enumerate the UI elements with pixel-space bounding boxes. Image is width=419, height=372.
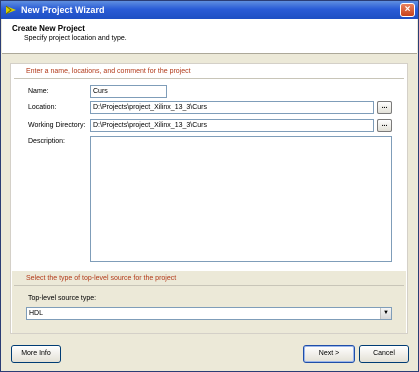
source-type-label: Top-level source type: (28, 295, 97, 302)
close-button[interactable]: × (400, 3, 415, 17)
source-type-section: Select the type of top-level source for … (12, 271, 406, 333)
xilinx-logo-icon (5, 5, 16, 15)
source-section-heading: Select the type of top-level source for … (26, 275, 177, 282)
working-directory-label: Working Directory: (28, 122, 86, 129)
window-title: New Project Wizard (21, 5, 105, 15)
description-textarea[interactable] (90, 136, 392, 262)
project-section-heading: Enter a name, locations, and comment for… (26, 68, 191, 75)
source-type-value: HDL (29, 310, 44, 317)
wizard-header: Create New Project Specify project locat… (2, 19, 417, 54)
description-label: Description: (28, 138, 65, 145)
location-label: Location: (28, 104, 57, 111)
section-divider (14, 78, 404, 79)
project-settings-panel: Enter a name, locations, and comment for… (10, 63, 408, 334)
working-directory-browse-button[interactable]: ... (377, 119, 392, 132)
next-button[interactable]: Next > (303, 345, 355, 363)
project-name-input[interactable]: Curs (90, 85, 167, 98)
source-type-select[interactable]: HDL ▼ (26, 307, 392, 320)
page-title: Create New Project (12, 24, 85, 33)
more-info-button[interactable]: More Info (11, 345, 61, 363)
title-bar[interactable]: New Project Wizard × (1, 1, 418, 19)
new-project-wizard-window: New Project Wizard × Create New Project … (0, 0, 419, 372)
name-label: Name: (28, 88, 49, 95)
chevron-down-icon[interactable]: ▼ (380, 308, 391, 319)
cancel-button[interactable]: Cancel (359, 345, 409, 363)
section-divider (14, 285, 404, 286)
location-browse-button[interactable]: ... (377, 101, 392, 114)
location-input[interactable]: D:\Projects\project_Xilinx_13_3\Curs (90, 101, 374, 114)
working-directory-input[interactable]: D:\Projects\project_Xilinx_13_3\Curs (90, 119, 374, 132)
page-subtitle: Specify project location and type. (24, 35, 127, 42)
